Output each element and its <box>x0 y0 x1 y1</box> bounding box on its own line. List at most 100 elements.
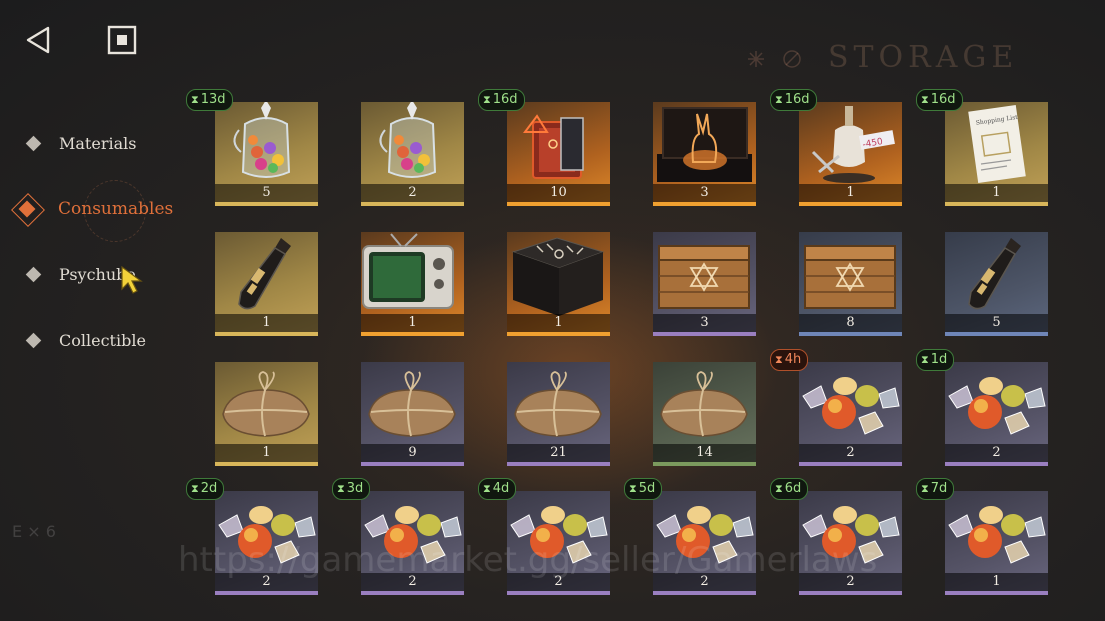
expiry-timer-badge: ⧗ 2d <box>186 478 225 500</box>
item-slot[interactable]: 2 <box>799 362 902 466</box>
expiry-timer-badge: ⧗ 3d <box>332 478 371 500</box>
item-quantity: 1 <box>945 573 1048 591</box>
candy-jar-icon <box>379 102 437 178</box>
expiry-timer-badge: ⧗ 13d <box>186 89 233 111</box>
message-bottle-icon <box>238 238 291 310</box>
item-slot[interactable]: 8 <box>799 232 902 336</box>
timer-text: 7d <box>930 481 948 496</box>
hourglass-icon: ⧗ <box>921 93 929 106</box>
item-slot[interactable]: 5 <box>945 232 1048 336</box>
item-slot[interactable]: 5 <box>215 102 318 206</box>
hourglass-icon: ⧗ <box>191 93 199 106</box>
item-quantity: 3 <box>653 184 756 202</box>
item-slot[interactable]: 2 <box>945 362 1048 466</box>
item-quantity: 1 <box>215 314 318 332</box>
rarity-bar <box>653 591 756 595</box>
item-quantity: 10 <box>507 184 610 202</box>
rarity-bar <box>361 202 464 206</box>
expiry-timer-badge: ⧗ 5d <box>624 478 663 500</box>
candy-jar-icon <box>233 102 291 178</box>
diamond-icon <box>25 332 42 349</box>
mouse-cursor-icon <box>121 265 143 294</box>
back-button[interactable] <box>22 24 54 56</box>
rarity-bar <box>945 332 1048 336</box>
expiry-timer-badge: ⧗ 16d <box>770 89 817 111</box>
item-slot[interactable]: 3 <box>653 102 756 206</box>
item-slot[interactable]: 2 <box>361 102 464 206</box>
item-slot[interactable]: 1 <box>215 362 318 466</box>
rarity-bar <box>945 591 1048 595</box>
item-quantity: 14 <box>653 444 756 462</box>
item-slot[interactable]: 10 <box>507 102 610 206</box>
rarity-bar <box>215 591 318 595</box>
square-stop-icon <box>107 25 137 55</box>
rarity-bar <box>799 591 902 595</box>
item-slot[interactable]: 9 <box>361 362 464 466</box>
rarity-bar <box>361 462 464 466</box>
item-slot[interactable]: 3 <box>653 232 756 336</box>
item-quantity: 21 <box>507 444 610 462</box>
hourglass-icon: ⧗ <box>337 482 345 495</box>
stop-button[interactable] <box>106 24 138 56</box>
hourglass-icon: ⧗ <box>921 353 929 366</box>
timer-text: 16d <box>492 92 518 107</box>
hourglass-icon: ⧗ <box>775 353 783 366</box>
parcel-icon <box>514 371 602 437</box>
nav-item-label: Consumables <box>58 199 174 219</box>
hourglass-icon: ⧗ <box>629 482 637 495</box>
item-slot[interactable]: -450 1 <box>799 102 902 206</box>
item-quantity: 1 <box>945 184 1048 202</box>
message-bottle-icon <box>968 238 1021 310</box>
item-quantity: 3 <box>653 314 756 332</box>
item-quantity: 9 <box>361 444 464 462</box>
rarity-bar <box>507 591 610 595</box>
rarity-bar <box>799 202 902 206</box>
item-slot[interactable]: 21 <box>507 362 610 466</box>
nav-item-consumables[interactable]: Consumables <box>11 193 174 227</box>
item-slot[interactable]: 1 <box>945 491 1048 595</box>
nav-item-label: Collectible <box>59 331 146 350</box>
nav-item-materials[interactable]: Materials <box>24 134 136 153</box>
timer-text: 4h <box>784 352 802 367</box>
rarity-bar <box>799 332 902 336</box>
item-quantity: 1 <box>799 184 902 202</box>
active-diamond-icon <box>11 193 45 227</box>
hourglass-icon: ⧗ <box>483 482 491 495</box>
parcel-icon <box>660 371 748 437</box>
item-quantity: 5 <box>215 184 318 202</box>
expiry-timer-badge: ⧗ 4d <box>478 478 517 500</box>
item-slot[interactable]: 1 <box>215 232 318 336</box>
item-quantity: 5 <box>945 314 1048 332</box>
timer-text: 13d <box>200 92 226 107</box>
rarity-bar <box>507 332 610 336</box>
rarity-bar <box>653 332 756 336</box>
wooden-crate-icon <box>658 245 750 309</box>
item-slot[interactable]: 14 <box>653 362 756 466</box>
mannequin-icon: -450 <box>811 106 895 183</box>
item-quantity: 1 <box>215 444 318 462</box>
rarity-bar <box>945 462 1048 466</box>
storage-emblem-icon <box>748 50 801 68</box>
hourglass-icon: ⧗ <box>775 482 783 495</box>
rarity-bar <box>507 202 610 206</box>
expiry-timer-badge: ⧗ 7d <box>916 478 955 500</box>
rarity-bar <box>215 202 318 206</box>
parcel-icon <box>368 371 456 437</box>
item-slot[interactable]: 1 <box>507 232 610 336</box>
timer-text: 16d <box>784 92 810 107</box>
hourglass-icon: ⧗ <box>483 93 491 106</box>
item-slot[interactable]: Shopping List 1 <box>945 102 1048 206</box>
timer-text: 1d <box>930 352 948 367</box>
background-decoration: E × 6 <box>12 522 56 541</box>
candies-icon <box>948 506 1046 564</box>
diamond-icon <box>25 135 42 152</box>
nav-item-collectible[interactable]: Collectible <box>24 331 146 350</box>
timer-text: 2d <box>200 481 218 496</box>
rarity-bar <box>361 591 464 595</box>
item-quantity: 1 <box>507 314 610 332</box>
item-slot[interactable]: 1 <box>361 232 464 336</box>
rarity-bar <box>653 462 756 466</box>
item-quantity: 2 <box>799 444 902 462</box>
item-quantity: 1 <box>361 314 464 332</box>
wooden-crate-icon <box>804 245 896 309</box>
